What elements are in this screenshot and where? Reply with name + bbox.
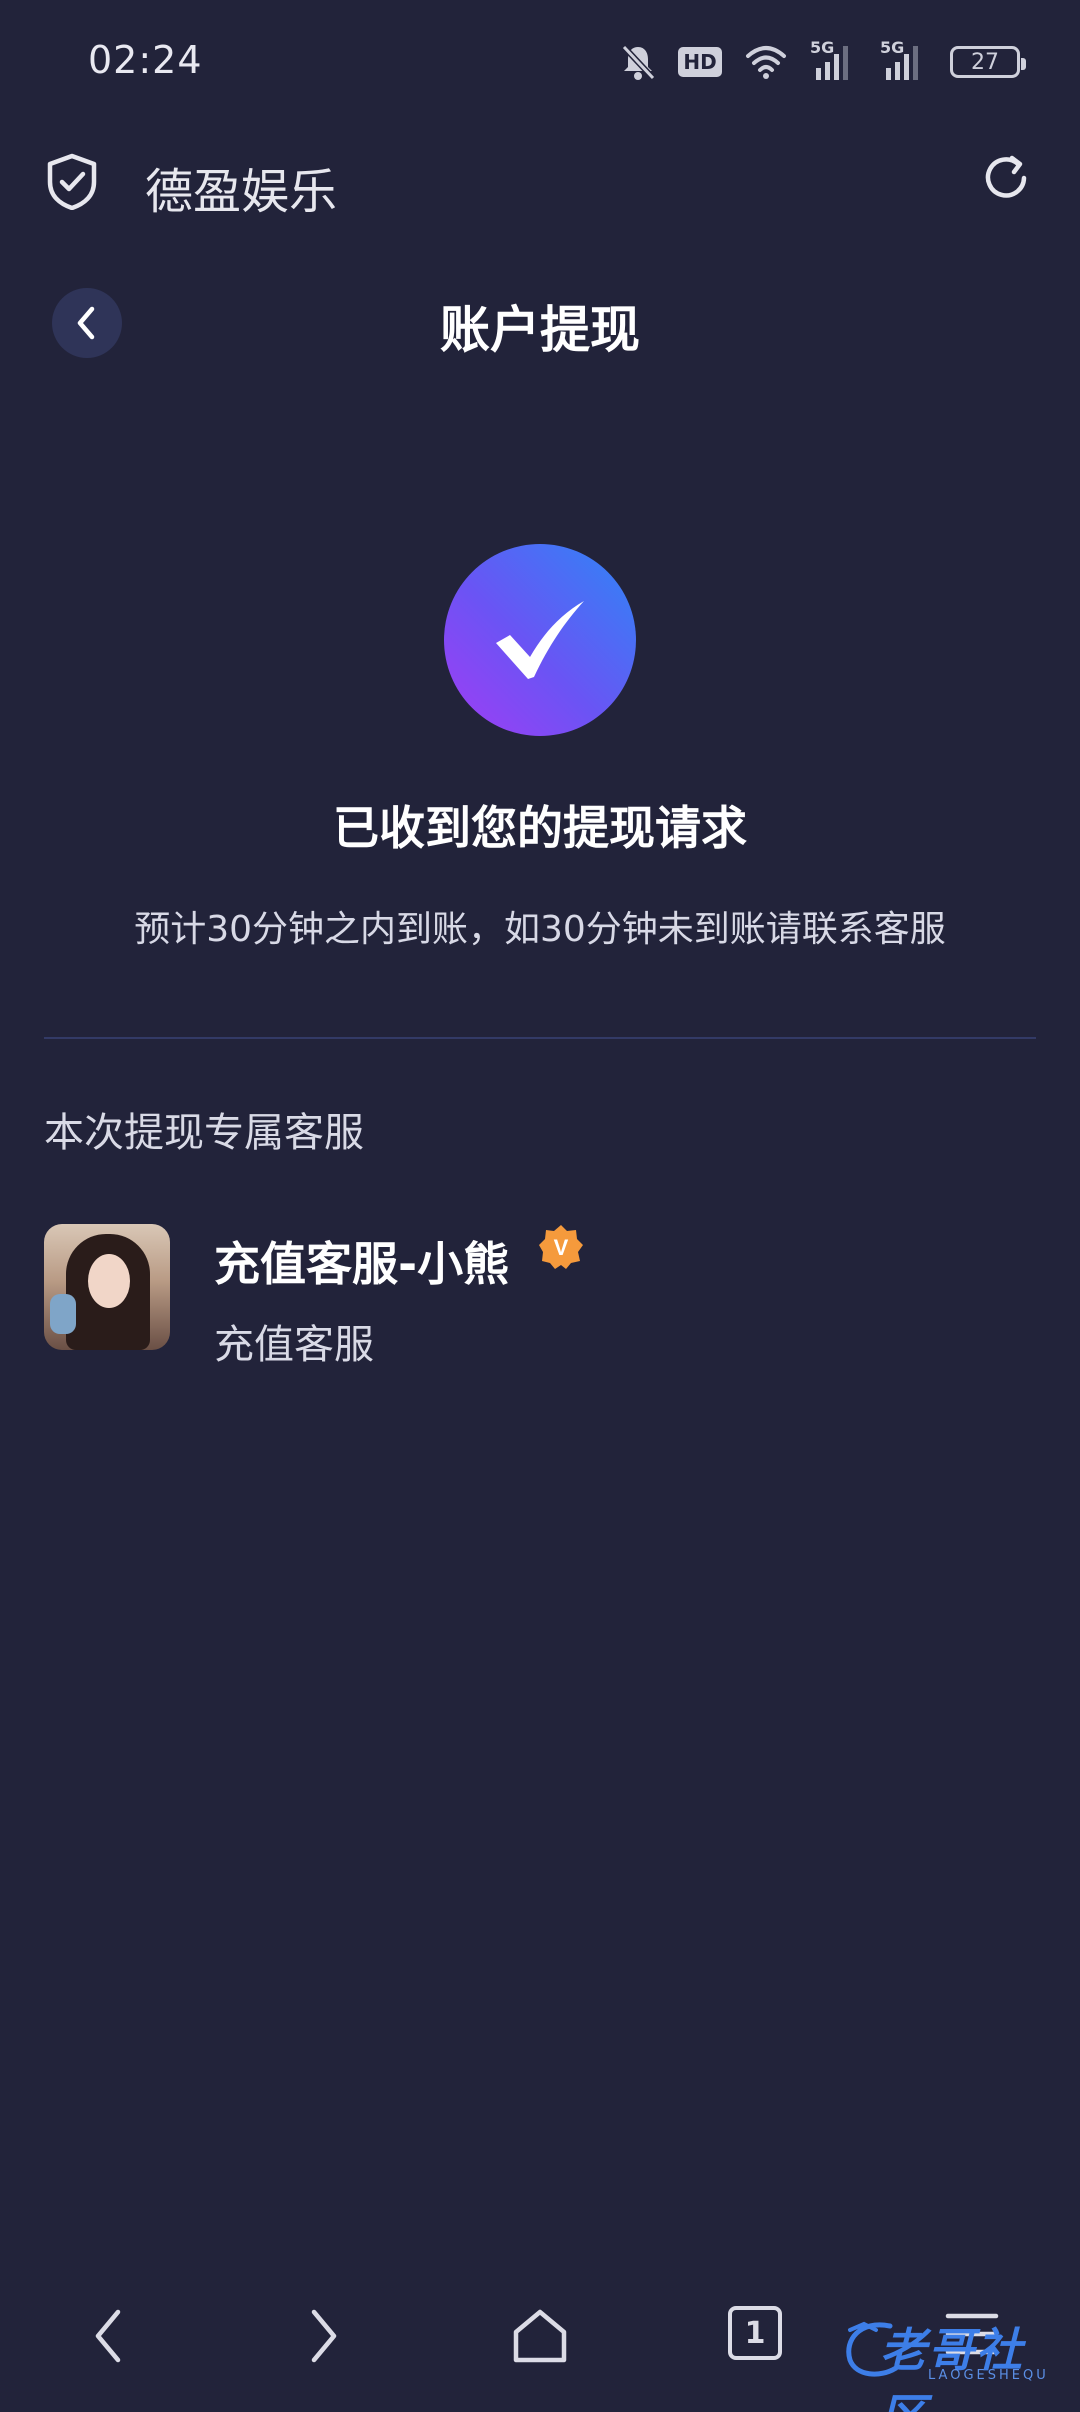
page-title: 账户提现 [440,301,640,359]
success-indicator [444,544,636,736]
checkmark-icon [496,601,584,679]
page: 02:24 HD 5G 5G 27 德盈娱乐 账户提现 已收到您的提现请求 预计… [0,0,1080,2412]
avatar [44,1224,170,1350]
agent-role: 充值客服 [214,1322,374,1368]
tabs-icon[interactable]: 1 [728,2306,782,2360]
watermark-subtext: LAOGESHEQU [928,2368,1049,2383]
home-icon[interactable] [510,2306,570,2370]
watermark: 老哥社区 LAOGESHEQU [840,2310,1070,2412]
status-icons: HD 5G 5G 27 [620,38,1026,86]
section-label: 本次提现专属客服 [44,1110,364,1156]
status-time: 02:24 [88,38,203,82]
battery-indicator: 27 [950,46,1026,78]
nav-forward-icon[interactable] [304,2306,344,2370]
agent-name: 充值客服-小熊 [214,1237,510,1291]
success-title: 已收到您的提现请求 [333,801,747,855]
divider [44,1037,1036,1039]
signal-icon: 5G [810,38,858,82]
wifi-icon [744,44,788,80]
hd-icon: HD [678,47,722,77]
refresh-icon[interactable] [978,150,1034,210]
agent-card[interactable]: 充值客服-小熊 V 充值客服 [44,1224,1036,1368]
watermark-text: 老哥社区 [880,2323,1024,2412]
verified-badge-icon: V [538,1224,584,1274]
app-title: 德盈娱乐 [145,164,338,220]
tabs-count: 1 [728,2306,782,2360]
app-bar: 德盈娱乐 [0,130,1080,230]
svg-text:V: V [554,1235,569,1260]
status-bar: 02:24 HD 5G 5G 27 [0,0,1080,120]
success-description: 预计30分钟之内到账，如30分钟未到账请联系客服 [134,909,946,950]
mute-icon [620,43,656,81]
nav-back-icon[interactable] [88,2306,128,2370]
signal-icon-2: 5G [880,38,928,82]
shield-check-icon[interactable] [44,152,100,214]
